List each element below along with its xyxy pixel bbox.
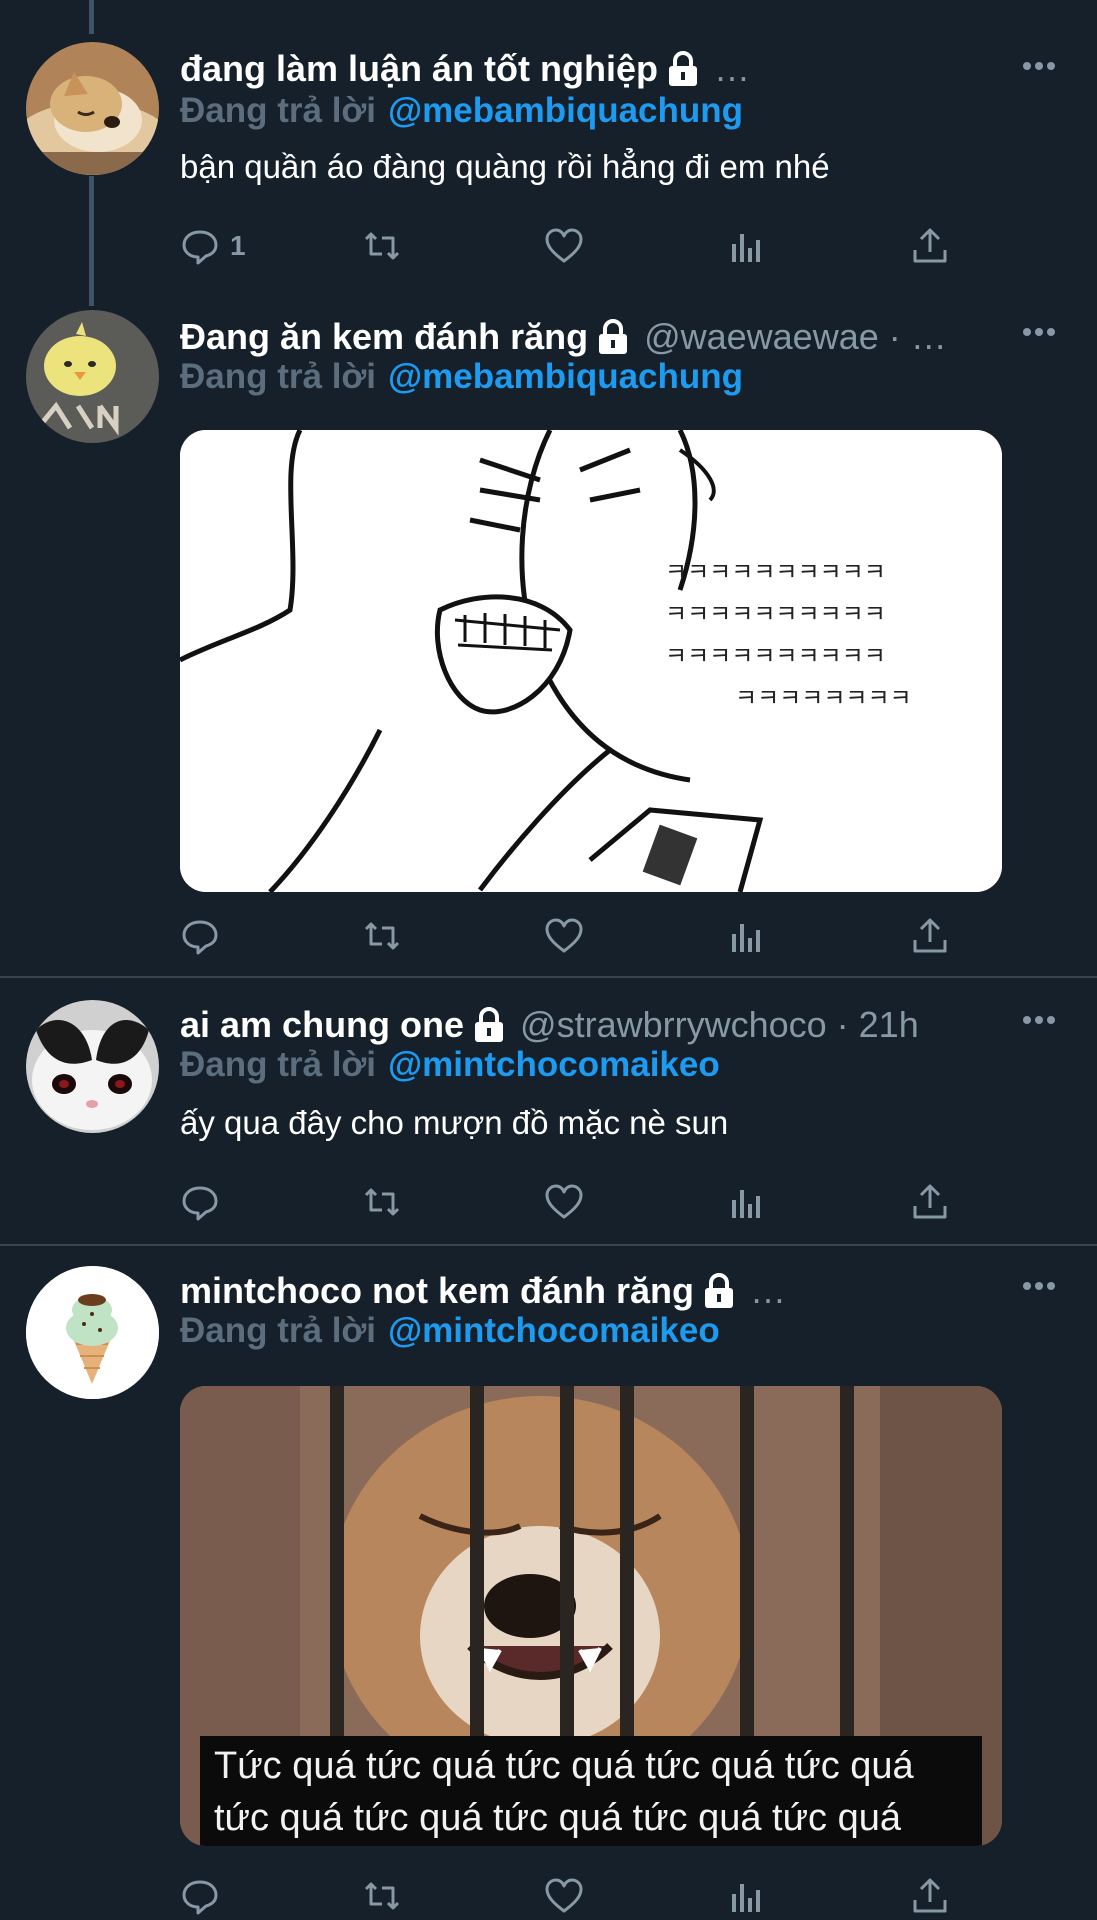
reply-handle-link[interactable]: @mebambiquachung <box>388 357 743 397</box>
lock-icon <box>596 318 630 356</box>
reply-context: Đang trả lời @mebambiquachung <box>180 354 743 400</box>
analytics-icon <box>732 1190 760 1218</box>
reply-icon <box>182 230 218 265</box>
ice-cream-avatar <box>26 1266 159 1399</box>
handle-meta: … <box>714 48 751 89</box>
display-name[interactable]: đang làm luận án tốt nghiệp <box>180 48 658 90</box>
meme-text-line-2: ㅋㅋㅋㅋㅋㅋㅋㅋㅋㅋ <box>665 600 886 628</box>
laughing-meme-image[interactable]: ㅋㅋㅋㅋㅋㅋㅋㅋㅋㅋ ㅋㅋㅋㅋㅋㅋㅋㅋㅋㅋ ㅋㅋㅋㅋㅋㅋㅋㅋㅋㅋ ㅋㅋㅋㅋㅋㅋㅋ… <box>180 430 1002 892</box>
tweet-1[interactable]: đang làm luận án tốt nghiệp … Đang trả l… <box>0 0 1097 300</box>
tweet-header: đang làm luận án tốt nghiệp … <box>180 44 750 94</box>
lock-icon <box>666 50 700 88</box>
action-bar <box>180 1178 970 1226</box>
reply-handle-link[interactable]: @mebambiquachung <box>388 91 743 131</box>
retweet-icon <box>364 922 400 950</box>
display-name[interactable]: ai am chung one <box>180 1004 464 1046</box>
avatar[interactable] <box>26 1266 159 1399</box>
reply-context: Đang trả lời @mintchocomaikeo <box>180 1042 720 1088</box>
like-icon <box>545 1878 583 1913</box>
tweet-text: bận quần áo đàng quàng rồi hẳng đi em nh… <box>180 148 830 185</box>
reply-button[interactable] <box>180 1178 220 1226</box>
analytics-button[interactable] <box>726 1872 766 1920</box>
meme-caption-line-1: Tức quá tức quá tức quá tức quá tức quá <box>214 1745 914 1787</box>
cat-avatar <box>26 1000 159 1133</box>
reply-prefix: Đang trả lời <box>180 1311 377 1350</box>
like-button[interactable] <box>544 1178 584 1226</box>
reply-prefix: Đang trả lời <box>180 91 377 130</box>
shiba-dog-avatar <box>26 42 159 175</box>
share-icon <box>913 918 947 953</box>
share-icon <box>913 1184 947 1219</box>
tweet-2[interactable]: Đang ăn kem đánh răng @waewaewae · … Đan… <box>0 300 1097 976</box>
like-button[interactable] <box>544 912 584 960</box>
share-icon <box>913 228 947 263</box>
meme-text-line-4: ㅋㅋㅋㅋㅋㅋㅋㅋ <box>735 684 912 712</box>
retweet-icon <box>364 1188 400 1216</box>
reply-icon <box>182 920 218 955</box>
lock-icon <box>702 1272 736 1310</box>
action-bar <box>180 912 970 960</box>
display-name[interactable]: Đang ăn kem đánh răng <box>180 316 588 358</box>
meme-text-line-3: ㅋㅋㅋㅋㅋㅋㅋㅋㅋㅋ <box>665 642 886 670</box>
retweet-button[interactable] <box>362 1872 402 1920</box>
duckling-avatar <box>26 310 159 443</box>
reply-button[interactable]: 1 <box>180 222 246 270</box>
handle-meta: @waewaewae · … <box>644 316 947 357</box>
tweet-4[interactable]: mintchoco not kem đánh răng … Đang trả l… <box>0 1246 1097 1920</box>
reply-prefix: Đang trả lời <box>180 357 377 396</box>
like-icon <box>545 918 583 953</box>
reply-icon <box>182 1186 218 1221</box>
angry-shiba-meme-image[interactable]: Tức quá tức quá tức quá tức quá tức quá … <box>180 1386 1002 1846</box>
lock-icon <box>472 1006 506 1044</box>
share-button[interactable] <box>910 222 950 270</box>
share-icon <box>913 1878 947 1913</box>
more-options-icon[interactable] <box>1021 1014 1057 1026</box>
like-button[interactable] <box>544 1872 584 1920</box>
share-button[interactable] <box>910 1872 950 1920</box>
retweet-button[interactable] <box>362 1178 402 1226</box>
reply-prefix: Đang trả lời <box>180 1045 377 1084</box>
reply-context: Đang trả lời @mebambiquachung <box>180 88 743 134</box>
more-options-icon[interactable] <box>1021 60 1057 72</box>
avatar[interactable] <box>26 1000 159 1133</box>
more-options-icon[interactable] <box>1021 326 1057 338</box>
share-button[interactable] <box>910 1178 950 1226</box>
reply-button[interactable] <box>180 1872 220 1920</box>
like-icon <box>545 228 583 263</box>
action-bar: 1 <box>180 222 970 270</box>
retweet-icon <box>364 1882 400 1910</box>
share-button[interactable] <box>910 912 950 960</box>
meme-drawing: ㅋㅋㅋㅋㅋㅋㅋㅋㅋㅋ ㅋㅋㅋㅋㅋㅋㅋㅋㅋㅋ ㅋㅋㅋㅋㅋㅋㅋㅋㅋㅋ ㅋㅋㅋㅋㅋㅋㅋ… <box>180 430 1002 892</box>
avatar[interactable] <box>26 42 159 175</box>
retweet-icon <box>364 232 400 260</box>
display-name[interactable]: mintchoco not kem đánh răng <box>180 1270 694 1312</box>
retweet-button[interactable] <box>362 912 402 960</box>
like-button[interactable] <box>544 222 584 270</box>
meme-caption-line-2: tức quá tức quá tức quá tức quá tức quá <box>214 1797 902 1839</box>
reply-count: 1 <box>230 230 246 261</box>
reply-handle-link[interactable]: @mintchocomaikeo <box>388 1045 720 1085</box>
reply-context: Đang trả lời @mintchocomaikeo <box>180 1308 720 1354</box>
analytics-button[interactable] <box>726 912 766 960</box>
handle-meta: @strawbrrywchoco · 21h <box>520 1004 919 1045</box>
tweet-3[interactable]: ai am chung one @strawbrrywchoco · 21h Đ… <box>0 978 1097 1244</box>
reply-icon <box>182 1880 218 1915</box>
meme-caption: Tức quá tức quá tức quá tức quá tức quá … <box>200 1736 982 1846</box>
action-bar <box>180 1872 970 1920</box>
analytics-button[interactable] <box>726 222 766 270</box>
handle-meta: … <box>750 1270 787 1311</box>
avatar[interactable] <box>26 310 159 443</box>
analytics-icon <box>732 924 760 952</box>
analytics-icon <box>732 1884 760 1912</box>
reply-button[interactable] <box>180 912 220 960</box>
retweet-button[interactable] <box>362 222 402 270</box>
more-options-icon[interactable] <box>1021 1280 1057 1292</box>
reply-handle-link[interactable]: @mintchocomaikeo <box>388 1311 720 1351</box>
analytics-icon <box>732 234 760 262</box>
tweet-text: ấy qua đây cho mượn đồ mặc nè sun <box>180 1104 729 1141</box>
like-icon <box>545 1184 583 1219</box>
analytics-button[interactable] <box>726 1178 766 1226</box>
meme-text-line-1: ㅋㅋㅋㅋㅋㅋㅋㅋㅋㅋ <box>665 558 886 586</box>
